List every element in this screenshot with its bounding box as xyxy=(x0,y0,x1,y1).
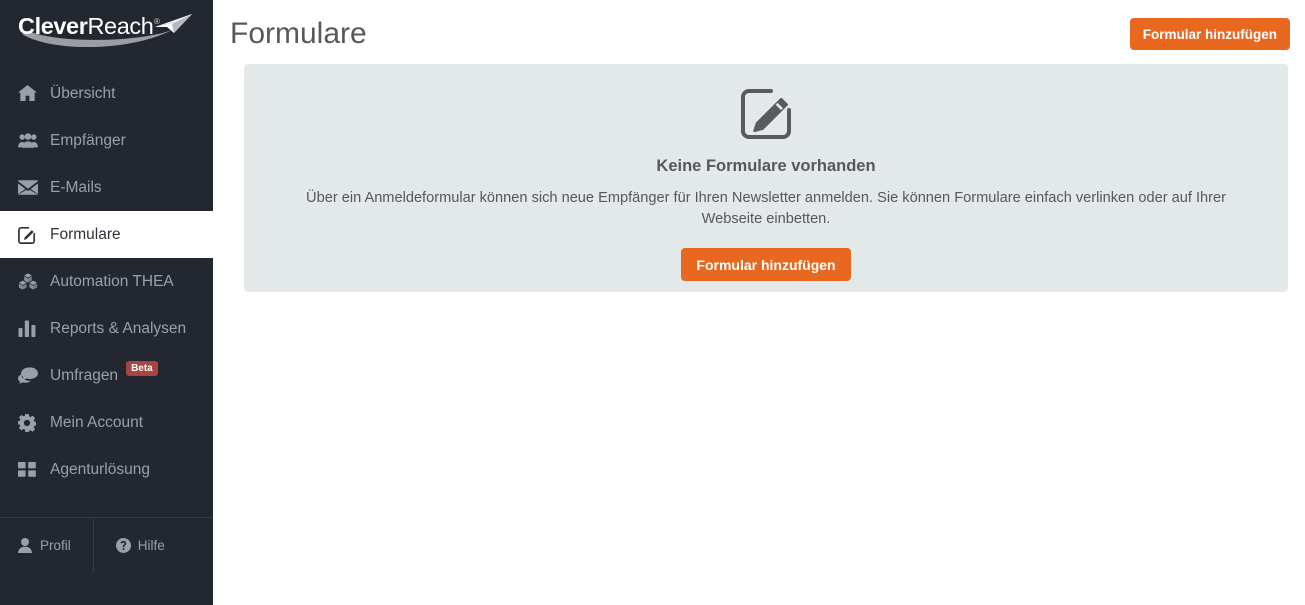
brand-logo[interactable]: CleverReach ® xyxy=(0,0,213,64)
main-content: Formulare Formular hinzufügen Keine Form… xyxy=(213,0,1305,605)
logo-wordmark: CleverReach xyxy=(18,13,154,40)
edit-square-icon xyxy=(244,85,1288,143)
empty-state-title: Keine Formulare vorhanden xyxy=(656,157,876,175)
sidebar-item-label: Übersicht xyxy=(50,84,116,102)
logo-registered-mark: ® xyxy=(154,17,160,26)
sidebar-item-empfaenger[interactable]: Empfänger xyxy=(0,117,213,164)
sidebar-nav: Übersicht Empfänger E-Mails Formulare Au… xyxy=(0,64,213,493)
sidebar-item-mein-account[interactable]: Mein Account xyxy=(0,399,213,446)
sidebar-item-label: Mein Account xyxy=(50,413,144,431)
logo-reach: Reach xyxy=(87,13,154,39)
comments-icon xyxy=(18,367,44,384)
sidebar-item-label: Empfänger xyxy=(50,131,126,149)
add-form-button-header[interactable]: Formular hinzufügen xyxy=(1129,18,1290,50)
status-badge-beta: Beta xyxy=(126,361,158,376)
sidebar-item-formulare[interactable]: Formulare xyxy=(0,211,213,258)
sidebar-item-uebersicht[interactable]: Übersicht xyxy=(0,70,213,117)
cubes-icon xyxy=(18,273,44,290)
envelope-icon xyxy=(18,180,44,195)
add-form-button-center[interactable]: Formular hinzufügen xyxy=(681,248,851,281)
app-root: CleverReach ® Übersicht Empfänger E-Mail… xyxy=(0,0,1305,605)
grid-icon xyxy=(18,462,44,477)
sidebar-footer-hilfe[interactable]: Hilfe xyxy=(92,518,165,572)
empty-state-panel: Keine Formulare vorhanden Über ein Anmel… xyxy=(244,64,1288,292)
sidebar-item-umfragen[interactable]: Umfragen Beta xyxy=(0,352,213,399)
home-icon xyxy=(18,85,44,102)
sidebar-item-label: Agenturlösung xyxy=(50,460,150,478)
sidebar-item-agenturloesung[interactable]: Agenturlösung xyxy=(0,446,213,493)
sidebar-item-label: Umfragen xyxy=(50,366,119,384)
user-icon xyxy=(18,537,40,553)
sidebar-item-reports-analysen[interactable]: Reports & Analysen xyxy=(0,305,213,352)
sidebar-footer-profil-label: Profil xyxy=(40,537,71,553)
users-icon xyxy=(18,133,44,148)
page-header: Formulare Formular hinzufügen xyxy=(213,0,1305,64)
sidebar-footer-hilfe-label: Hilfe xyxy=(137,537,165,553)
empty-state-description: Über ein Anmeldeformular können sich neu… xyxy=(306,190,1226,227)
sidebar-item-label: Automation THEA xyxy=(50,272,174,290)
sidebar-item-label: Reports & Analysen xyxy=(50,319,187,337)
sidebar-footer: Profil Hilfe xyxy=(0,517,213,572)
sidebar-item-emails[interactable]: E-Mails xyxy=(0,164,213,211)
edit-square-icon xyxy=(18,226,44,244)
sidebar-item-label: E-Mails xyxy=(50,178,102,196)
sidebar-item-label: Formulare xyxy=(50,225,121,243)
bar-chart-icon xyxy=(18,320,44,337)
sidebar: CleverReach ® Übersicht Empfänger E-Mail… xyxy=(0,0,213,605)
logo-clever: Clever xyxy=(18,13,88,39)
question-circle-icon xyxy=(115,537,138,553)
sidebar-footer-profil[interactable]: Profil xyxy=(0,518,71,572)
sidebar-item-automation-thea[interactable]: Automation THEA xyxy=(0,258,213,305)
gear-icon xyxy=(18,413,44,432)
page-title: Formulare xyxy=(230,17,367,50)
